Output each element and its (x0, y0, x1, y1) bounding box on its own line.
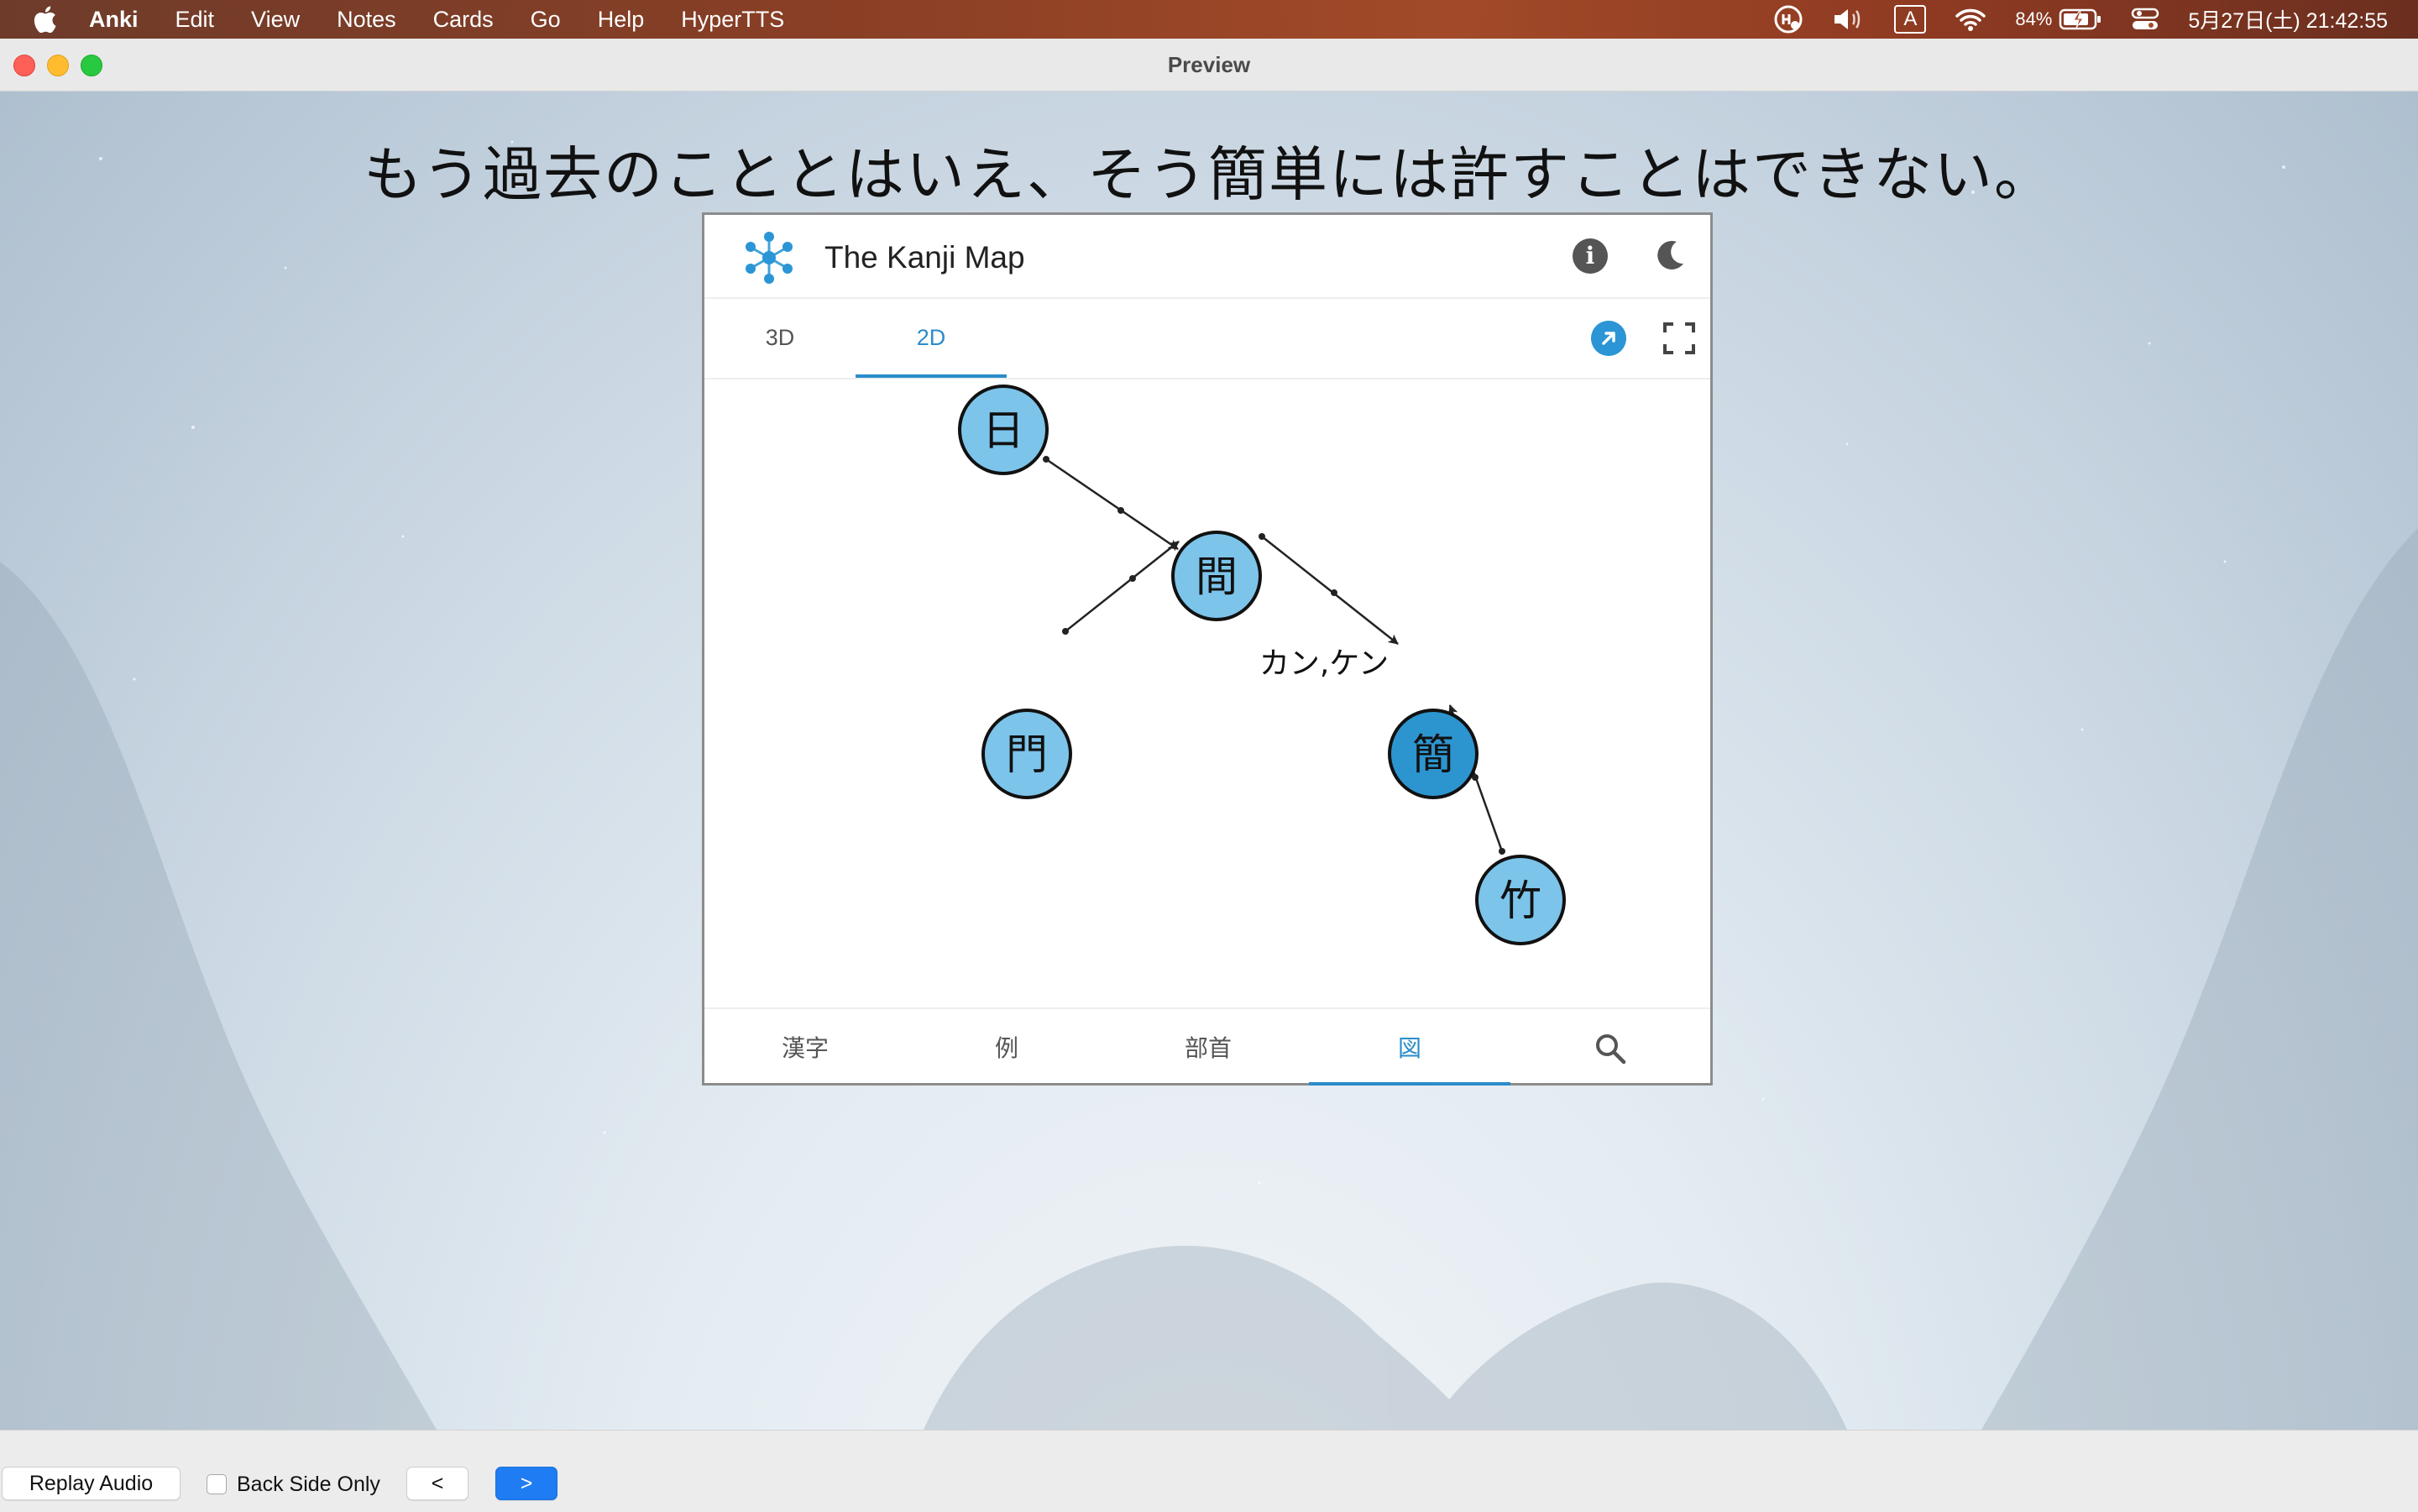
back-side-only-checkbox[interactable] (207, 1474, 227, 1494)
node-門[interactable]: 門 (981, 709, 1072, 799)
menu-notes[interactable]: Notes (337, 7, 396, 33)
menu-help[interactable]: Help (598, 7, 645, 33)
menu-edit[interactable]: Edit (175, 7, 215, 33)
apple-icon[interactable] (32, 6, 57, 33)
edge-門-間 (1065, 541, 1180, 632)
card-preview-area: もう過去のこととはいえ、そう簡単には許すことはできない。 The Kanji M… (0, 92, 2418, 1430)
node-間[interactable]: 間 (1171, 531, 1262, 621)
input-source-icon[interactable]: A (1894, 5, 1927, 34)
menu-hypertts[interactable]: HyperTTS (681, 7, 784, 33)
control-center-icon[interactable] (2131, 7, 2159, 32)
kanji-graph-canvas[interactable]: 日 間 門 簡 竹 カン,ケン (704, 379, 1710, 1006)
back-side-only-label[interactable]: Back Side Only (237, 1473, 380, 1497)
menu-bar: Anki Edit View Notes Cards Go Help Hyper… (0, 0, 2418, 39)
bottom-tab-diagram[interactable]: 図 (1309, 1009, 1510, 1087)
menu-cards[interactable]: Cards (433, 7, 494, 33)
card-sentence: もう過去のこととはいえ、そう簡単には許すことはできない。 (364, 140, 2054, 209)
view-mode-tabs: 3D 2D (704, 297, 1710, 379)
node-label-間: 間 (1196, 552, 1238, 601)
info-icon[interactable]: i (1573, 238, 1608, 274)
hypertts-status-icon[interactable] (1773, 4, 1803, 34)
window-title: Preview (1167, 52, 1251, 77)
edge-reading-label: カン,ケン (1259, 646, 1389, 681)
dark-mode-moon-icon[interactable] (1651, 237, 1688, 274)
bottom-tab-kanji[interactable]: 漢字 (704, 1009, 906, 1087)
menu-app-name[interactable]: Anki (89, 7, 139, 33)
battery-icon[interactable] (2059, 8, 2102, 31)
replay-audio-button[interactable]: Replay Audio (2, 1467, 181, 1500)
edge-日-間 (1045, 458, 1179, 551)
fullscreen-icon[interactable] (1662, 321, 1697, 356)
bottom-tab-radical[interactable]: 部首 (1107, 1009, 1309, 1087)
node-簡-highlighted[interactable]: 簡 (1388, 709, 1479, 799)
node-竹[interactable]: 竹 (1475, 855, 1566, 945)
next-card-button[interactable]: > (495, 1467, 557, 1500)
tab-2d-active-indicator (856, 374, 1007, 378)
tab-3d[interactable]: 3D (704, 297, 856, 378)
bottom-nav-tabs: 漢字 例 部首 図 (704, 1007, 1710, 1087)
previous-card-button[interactable]: < (406, 1467, 468, 1500)
bottom-tab-active-indicator (1309, 1082, 1510, 1086)
kanji-map-logo-icon (746, 232, 793, 284)
bottom-tab-examples[interactable]: 例 (906, 1009, 1107, 1087)
menu-go[interactable]: Go (531, 7, 561, 33)
kanji-map-header: The Kanji Map i (704, 215, 1710, 299)
open-external-icon[interactable] (1591, 321, 1626, 356)
preview-toolbar: Replay Audio Back Side Only < > (0, 1430, 2418, 1512)
node-label-門: 門 (1006, 730, 1048, 779)
window-titlebar: Preview (0, 39, 2418, 92)
input-source-label: A (1903, 8, 1918, 30)
edge-間-簡 (1261, 536, 1399, 645)
wifi-icon[interactable] (1955, 7, 1986, 32)
kanji-map-title: The Kanji Map (824, 240, 1025, 275)
node-label-簡: 簡 (1412, 730, 1454, 779)
search-icon[interactable] (1593, 1031, 1628, 1066)
node-label-竹: 竹 (1499, 876, 1541, 925)
kanji-map-widget: The Kanji Map i 3D 2D 日 間 門 簡 竹 カン,ケン 漢字… (702, 212, 1713, 1086)
menu-view[interactable]: View (251, 7, 300, 33)
battery-percent: 84% (2015, 8, 2053, 29)
volume-icon[interactable] (1832, 7, 1866, 32)
node-日[interactable]: 日 (958, 385, 1049, 475)
node-label-日: 日 (982, 406, 1024, 455)
tab-2d[interactable]: 2D (856, 297, 1007, 378)
menubar-clock[interactable]: 5月27日(土) 21:42:55 (2188, 4, 2388, 34)
